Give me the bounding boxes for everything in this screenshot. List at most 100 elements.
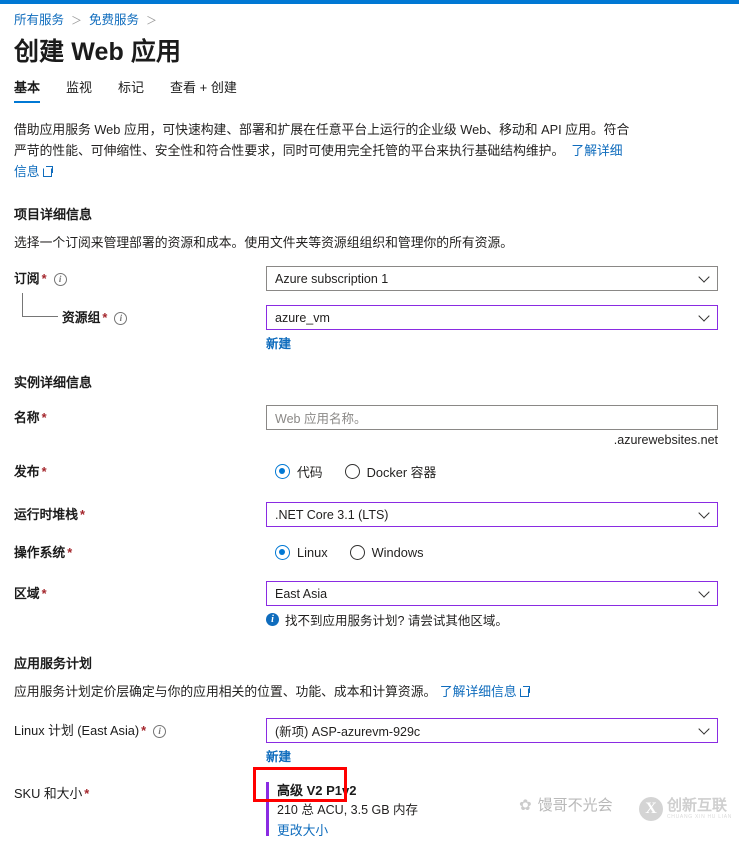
os-option-linux[interactable]: Linux xyxy=(275,545,328,560)
project-details-description: 选择一个订阅来管理部署的资源和成本。使用文件夹等资源组组织和管理你的所有资源。 xyxy=(14,235,514,250)
tree-connector-line xyxy=(22,293,58,317)
sku-change-size-link[interactable]: 更改大小 xyxy=(277,821,328,840)
linux-plan-dropdown[interactable]: (新项) ASP-azurevm-929c xyxy=(266,718,718,743)
info-icon: i xyxy=(266,613,279,626)
sku-label-group: SKU 和大小 * xyxy=(14,781,266,805)
wechat-icon: ✿ xyxy=(519,796,532,814)
runtime-stack-dropdown[interactable]: .NET Core 3.1 (LTS) xyxy=(266,502,718,527)
chevron-down-icon xyxy=(698,309,710,322)
create-web-app-page: 所有服务 ＞ 免费服务 ＞ 创建 Web 应用 基本 监视 标记 查看 + 创建 借助… xyxy=(0,4,739,840)
region-dropdown[interactable]: East Asia xyxy=(266,581,718,606)
wechat-watermark: ✿ 馒哥不光会 xyxy=(519,794,613,815)
wechat-watermark-text: 馒哥不光会 xyxy=(537,797,613,814)
app-name-placeholder: Web 应用名称。 xyxy=(275,412,367,426)
publish-label-group: 发布 * xyxy=(14,459,266,483)
breadcrumb-item-all-services[interactable]: 所有服务 xyxy=(14,13,64,27)
brand-pinyin: CHUANG XIN HU LIAN xyxy=(667,813,733,820)
operating-system-required-star: * xyxy=(67,545,73,560)
subscription-label: 订阅 xyxy=(14,271,40,286)
publish-option-docker[interactable]: Docker 容器 xyxy=(344,462,437,481)
breadcrumb-item-free-services[interactable]: 免费服务 xyxy=(89,13,139,27)
info-icon-subscription[interactable]: i xyxy=(53,273,67,286)
resource-group-value: azure_vm xyxy=(275,310,330,325)
region-note-text: 找不到应用服务计划? 请尝试其他区域。 xyxy=(285,614,508,628)
intro-text: 借助应用服务 Web 应用，可快速构建、部署和扩展在任意平台上运行的企业级 We… xyxy=(14,122,630,158)
page-title: 创建 Web 应用 xyxy=(14,38,182,66)
app-service-plan-learn-more-link[interactable]: 了解详细信息 xyxy=(440,684,517,699)
publish-option-code-label: 代码 xyxy=(297,465,323,480)
operating-system-label: 操作系统 xyxy=(14,545,66,560)
name-row: 名称 * Web 应用名称。 .azurewebsites.net xyxy=(0,405,739,447)
publish-label: 发布 xyxy=(14,464,40,479)
intro-paragraph: 借助应用服务 Web 应用，可快速构建、部署和扩展在任意平台上运行的企业级 We… xyxy=(14,119,634,182)
radio-icon-selected xyxy=(275,545,290,560)
publish-field: 代码 Docker 容器 xyxy=(266,459,739,484)
breadcrumb-separator-1: ＞ xyxy=(71,15,83,27)
resource-group-create-new-link[interactable]: 新建 xyxy=(266,333,291,352)
resource-group-label: 资源组 xyxy=(62,310,101,325)
publish-radio-group: 代码 Docker 容器 xyxy=(266,459,739,484)
linux-plan-label-group: Linux 计划 (East Asia) * i xyxy=(14,718,266,742)
name-label: 名称 xyxy=(14,410,40,425)
info-icon-linux-plan[interactable]: i xyxy=(153,725,167,738)
publish-option-code[interactable]: 代码 xyxy=(275,462,323,481)
breadcrumb: 所有服务 ＞ 免费服务 ＞ xyxy=(0,4,739,29)
region-field: East Asia i 找不到应用服务计划? 请尝试其他区域。 xyxy=(266,581,739,629)
app-service-plan-description: 应用服务计划定价层确定与你的应用相关的位置、功能、成本和计算资源。 了解详细信息 xyxy=(14,682,654,701)
operating-system-label-group: 操作系统 * xyxy=(14,540,266,564)
os-option-windows[interactable]: Windows xyxy=(349,545,424,560)
tab-tags[interactable]: 标记 xyxy=(118,79,144,103)
radio-icon-unselected xyxy=(349,545,365,560)
external-link-icon xyxy=(42,166,53,177)
linux-plan-row: Linux 计划 (East Asia) * i (新项) ASP-azurevm-… xyxy=(0,718,739,765)
linux-plan-label: Linux 计划 (East Asia) xyxy=(14,723,140,738)
subscription-label-group: 订阅 * i xyxy=(14,266,266,290)
chevron-down-icon xyxy=(698,270,710,283)
name-field: Web 应用名称。 .azurewebsites.net xyxy=(266,405,739,447)
app-name-domain-suffix: .azurewebsites.net xyxy=(613,433,718,447)
name-label-group: 名称 * xyxy=(14,405,266,429)
brand-watermark: X 创新互联 CHUANG XIN HU LIAN xyxy=(639,797,732,821)
linux-plan-required-star: * xyxy=(141,723,147,738)
subscription-required-star: * xyxy=(41,271,47,286)
resource-group-field: azure_vm 新建 xyxy=(266,305,739,352)
chevron-down-icon xyxy=(698,722,710,735)
app-service-plan-description-text: 应用服务计划定价层确定与你的应用相关的位置、功能、成本和计算资源。 xyxy=(14,684,437,699)
external-link-icon xyxy=(519,686,530,697)
region-label: 区域 xyxy=(14,586,40,601)
subscription-row: 订阅 * i Azure subscription 1 xyxy=(0,266,739,291)
brand-logo-icon: X xyxy=(639,797,663,821)
publish-option-docker-label: Docker 容器 xyxy=(366,465,437,480)
brand-name: 创新互联 xyxy=(667,796,728,814)
os-option-linux-label: Linux xyxy=(297,545,328,560)
name-required-star: * xyxy=(41,410,47,425)
sku-required-star: * xyxy=(84,786,90,801)
runtime-stack-row: 运行时堆栈 * .NET Core 3.1 (LTS) xyxy=(0,502,739,527)
project-details-heading: 项目详细信息 xyxy=(14,207,93,222)
sku-row: SKU 和大小 * 高级 V2 P1v2 210 总 ACU, 3.5 GB 内存… xyxy=(0,781,739,840)
chevron-down-icon xyxy=(698,506,710,519)
linux-plan-create-new-link[interactable]: 新建 xyxy=(266,746,291,765)
tab-review-create[interactable]: 查看 + 创建 xyxy=(170,79,237,103)
info-icon-resource-group[interactable]: i xyxy=(114,312,128,325)
subscription-dropdown[interactable]: Azure subscription 1 xyxy=(266,266,718,291)
app-name-input[interactable]: Web 应用名称。 xyxy=(266,405,718,430)
subscription-value: Azure subscription 1 xyxy=(275,271,389,286)
breadcrumb-separator-2: ＞ xyxy=(146,15,158,27)
radio-icon-selected xyxy=(275,464,290,479)
instance-details-heading: 实例详细信息 xyxy=(14,375,93,390)
operating-system-row: 操作系统 * Linux Windows xyxy=(0,540,739,565)
tab-bar: 基本 监视 标记 查看 + 创建 xyxy=(14,79,739,105)
runtime-stack-field: .NET Core 3.1 (LTS) xyxy=(266,502,739,527)
linux-plan-value: (新项) ASP-azurevm-929c xyxy=(275,725,421,739)
app-service-plan-heading: 应用服务计划 xyxy=(14,656,93,671)
brand-watermark-text-group: 创新互联 CHUANG XIN HU LIAN xyxy=(667,796,733,821)
runtime-stack-label: 运行时堆栈 xyxy=(14,507,78,522)
sku-accent-bar xyxy=(266,782,269,836)
tab-monitoring[interactable]: 监视 xyxy=(66,79,92,103)
tab-basics[interactable]: 基本 xyxy=(14,79,41,103)
resource-group-dropdown[interactable]: azure_vm xyxy=(266,305,718,330)
region-row: 区域 * East Asia i 找不到应用服务计划? 请尝试其他区域。 xyxy=(0,581,739,629)
region-value: East Asia xyxy=(275,586,328,601)
subscription-field: Azure subscription 1 xyxy=(266,266,739,291)
